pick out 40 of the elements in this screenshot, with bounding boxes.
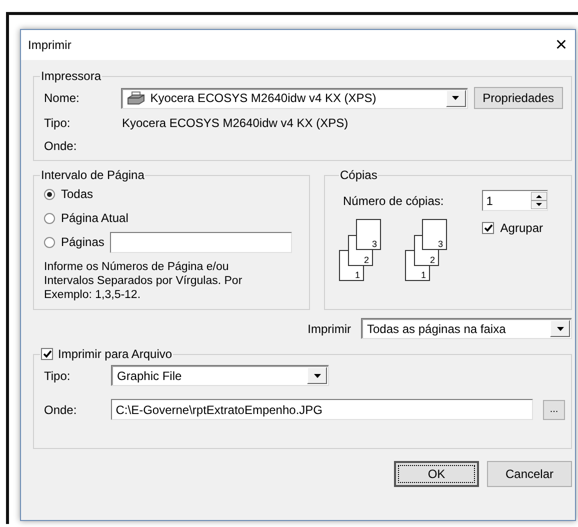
dropdown-arrow-icon [314,374,320,378]
checkbox[interactable] [41,348,53,360]
print-range-dropdown[interactable]: Todas as páginas na faixa [361,318,572,339]
spin-arrows-icon[interactable] [531,192,548,209]
radio-label[interactable]: Páginas [61,235,104,249]
properties-button[interactable]: Propriedades [474,87,563,109]
cancel-button[interactable]: Cancelar [487,461,572,487]
printer-type: Kyocera ECOSYS M2640idw v4 KX (XPS) [122,116,348,130]
browse-button[interactable]: ... [543,400,565,420]
window-title: Imprimir [28,38,72,52]
radio-button[interactable] [44,212,55,224]
checkbox-label[interactable]: Imprimir para Arquivo [58,347,172,361]
file-path-field[interactable]: C:\E-Governe\rptExtratoEmpenho.JPG [110,399,534,420]
pages-field[interactable] [110,232,292,252]
radio-button[interactable] [44,236,55,248]
printer-icon [127,91,146,105]
dropdown-arrow-icon [556,326,564,330]
group-label: Impressora [40,69,102,83]
file-type-dropdown[interactable]: Graphic File [111,365,329,386]
hint-text: Informe os Números de Página e/ou Intervalos Separados por Vírgulas. Por Exemplo: 1,3,5-12. [44,260,244,302]
field-label: Imprimir [308,322,351,336]
radio-label[interactable]: Página Atual [61,211,128,225]
spinner-value: 1 [486,194,493,208]
close-button[interactable]: × [555,35,567,55]
field-label: Onde: [44,139,78,153]
field-label: Nome: [44,91,80,105]
copies-spinner[interactable]: 1 [482,190,548,211]
checkbox-label[interactable]: Agrupar [500,221,543,235]
radio-label[interactable]: Todas [61,187,94,201]
field-label: Tipo: [44,368,72,382]
radio-button[interactable] [44,188,55,200]
field-label: Onde: [44,402,78,416]
checkbox[interactable] [482,222,494,234]
group-label: Intervalo de Página [40,168,146,182]
dropdown-arrow-icon [452,96,460,100]
ok-button[interactable]: OK [394,461,479,487]
group-label: Cópias [339,168,378,182]
field-label: Tipo: [44,116,72,130]
field-label: Número de cópias: [343,194,445,208]
printer-dropdown[interactable]: Kyocera ECOSYS M2640idw v4 KX (XPS) [121,88,468,108]
